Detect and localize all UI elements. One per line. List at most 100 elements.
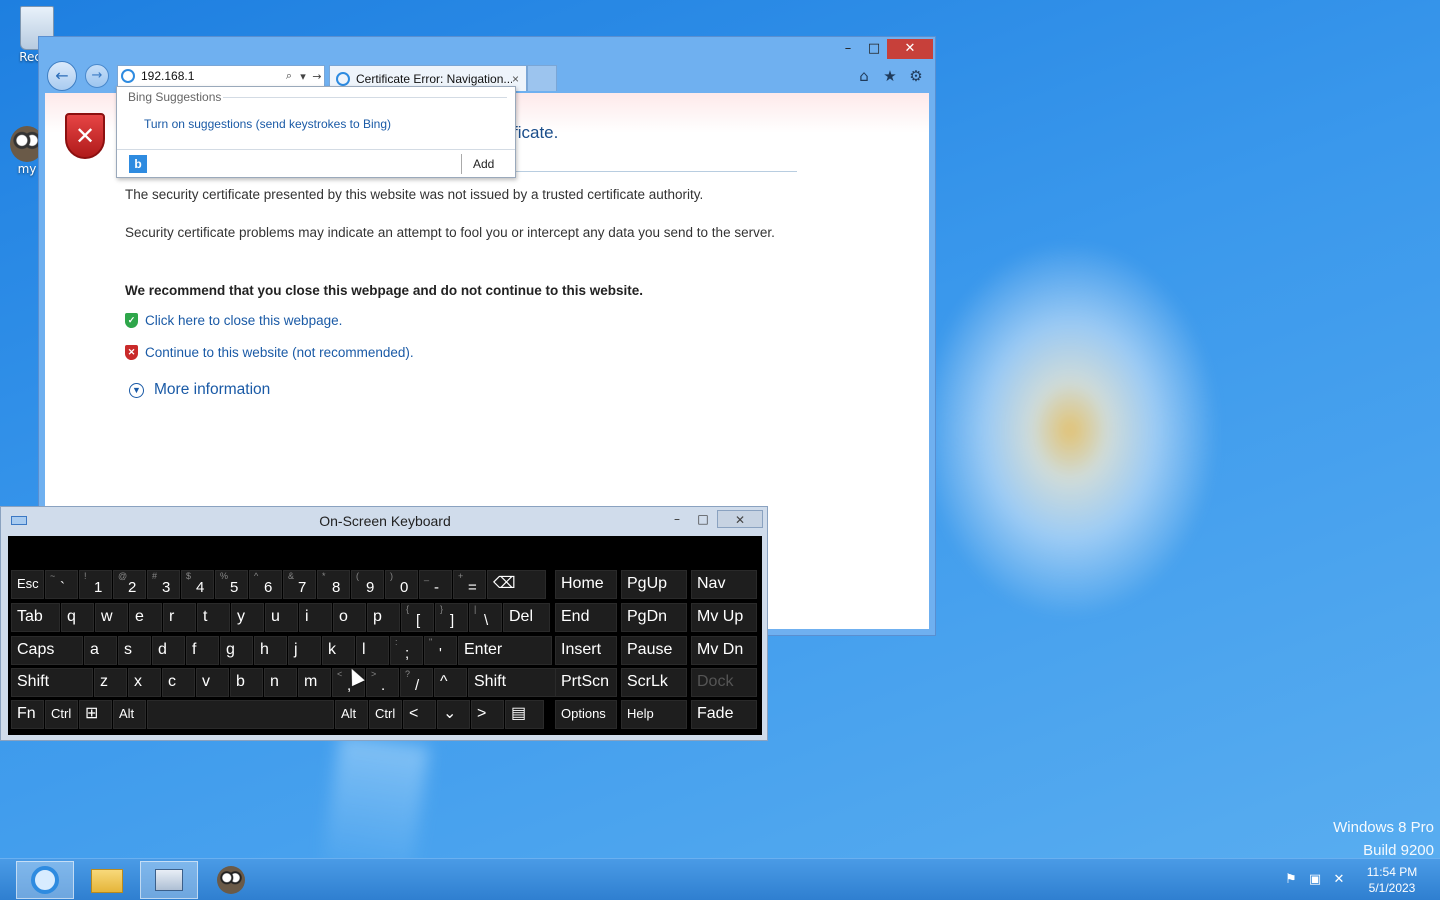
key-k4-9[interactable]: > <box>471 700 504 729</box>
key-3[interactable]: #3 <box>147 570 180 599</box>
key-end[interactable]: End <box>555 603 617 632</box>
minimize-button[interactable]: – <box>835 39 861 59</box>
key-k0-14[interactable]: ⌫ <box>487 570 546 599</box>
continue-website-link[interactable]: ✕ Continue to this website (not recommen… <box>125 345 414 360</box>
search-icon[interactable]: ⌕ <box>282 69 296 83</box>
key-1[interactable]: ! 1 <box>79 570 112 599</box>
key-k[interactable]: k <box>322 636 355 665</box>
taskbar-internet-explorer[interactable] <box>16 861 74 899</box>
key-y[interactable]: y <box>231 603 264 632</box>
close-button[interactable]: ✕ <box>887 39 933 59</box>
key-fade[interactable]: Fade <box>691 700 757 729</box>
key-s[interactable]: s <box>118 636 151 665</box>
key-0[interactable]: ) 0 <box>385 570 418 599</box>
address-input[interactable]: 192.168.1 <box>141 69 282 83</box>
maximize-button[interactable]: □ <box>861 39 887 59</box>
key-t[interactable]: t <box>197 603 230 632</box>
key-dock[interactable]: Dock <box>691 668 757 697</box>
back-button[interactable]: ← <box>47 61 77 91</box>
key-pgup[interactable]: PgUp <box>621 570 687 599</box>
key-options[interactable]: Options <box>555 700 617 729</box>
key-home[interactable]: Home <box>555 570 617 599</box>
go-arrow-icon[interactable]: → <box>310 70 324 83</box>
taskbar-on-screen-keyboard[interactable] <box>140 861 198 899</box>
taskbar-raccoon-app[interactable] <box>202 861 260 899</box>
key-caps[interactable]: Caps <box>11 636 83 665</box>
key-n[interactable]: n <box>264 668 297 697</box>
key-prtscn[interactable]: PrtScn <box>555 668 617 697</box>
key-shift[interactable]: Shift <box>11 668 93 697</box>
key-k3-10[interactable]: ? / <box>400 668 433 697</box>
key-k0-13[interactable]: + = <box>453 570 486 599</box>
key-alt[interactable]: Alt <box>113 700 146 729</box>
key-8[interactable]: * 8 <box>317 570 350 599</box>
maximize-button[interactable]: □ <box>691 510 715 528</box>
key-help[interactable]: Help <box>621 700 687 729</box>
key-p[interactable]: p <box>367 603 400 632</box>
key-k1-12[interactable]: }] <box>435 603 468 632</box>
key-x[interactable]: x <box>128 668 161 697</box>
key-mv-up[interactable]: Mv Up <box>691 603 757 632</box>
clock[interactable]: 11:54 PM 5/1/2023 <box>1356 864 1428 896</box>
tab-close-icon[interactable]: × <box>512 72 526 86</box>
key-q[interactable]: q <box>61 603 94 632</box>
key-9[interactable]: (9 <box>351 570 384 599</box>
key-del[interactable]: Del <box>503 603 550 632</box>
key-alt[interactable]: Alt <box>335 700 368 729</box>
key-k0-12[interactable]: _ - <box>419 570 452 599</box>
forward-button[interactable]: → <box>85 64 109 88</box>
minimize-button[interactable]: – <box>665 510 689 528</box>
add-provider-button[interactable]: Add <box>473 157 494 171</box>
close-webpage-link[interactable]: ✓ Click here to close this webpage. <box>125 313 342 328</box>
link-label[interactable]: Click here to close this webpage. <box>145 313 342 328</box>
key-k3-11[interactable]: ^ <box>434 668 467 697</box>
key-pgdn[interactable]: PgDn <box>621 603 687 632</box>
bing-icon[interactable]: b <box>129 155 147 173</box>
favorites-icon[interactable]: ★ <box>881 67 899 85</box>
key-mv-dn[interactable]: Mv Dn <box>691 636 757 665</box>
volume-muted-icon[interactable]: ✕ <box>1330 872 1348 887</box>
network-icon[interactable]: ▣ <box>1306 872 1324 887</box>
key-2[interactable]: @2 <box>113 570 146 599</box>
key-i[interactable]: i <box>299 603 332 632</box>
taskbar-file-explorer[interactable] <box>78 861 136 899</box>
close-button[interactable]: ✕ <box>717 510 763 528</box>
key-space[interactable] <box>147 700 334 729</box>
key-u[interactable]: u <box>265 603 298 632</box>
key-fn[interactable]: Fn <box>11 700 44 729</box>
key-c[interactable]: c <box>162 668 195 697</box>
key-insert[interactable]: Insert <box>555 636 617 665</box>
action-center-flag-icon[interactable]: ⚑ <box>1282 872 1300 887</box>
address-bar[interactable]: 192.168.1 ⌕ ▾ → <box>117 65 325 87</box>
home-icon[interactable]: ⌂ <box>855 67 873 85</box>
key-m[interactable]: m <box>298 668 331 697</box>
key-k4-8[interactable]: ⌄ <box>437 700 470 729</box>
key-pause[interactable]: Pause <box>621 636 687 665</box>
key-tab[interactable]: Tab <box>11 603 60 632</box>
turn-on-suggestions-link[interactable]: Turn on suggestions (send keystrokes to … <box>144 117 391 131</box>
chevron-down-icon[interactable]: ▾ <box>296 70 310 83</box>
key-nav[interactable]: Nav <box>691 570 757 599</box>
key-5[interactable]: % 5 <box>215 570 248 599</box>
key-k4-10[interactable]: ▤ <box>505 700 544 729</box>
key-7[interactable]: & 7 <box>283 570 316 599</box>
key-r[interactable]: r <box>163 603 196 632</box>
key-ctrl[interactable]: Ctrl <box>369 700 402 729</box>
key-w[interactable]: w <box>95 603 128 632</box>
key-k1-11[interactable]: {[ <box>401 603 434 632</box>
key-o[interactable]: o <box>333 603 366 632</box>
key-l[interactable]: l <box>356 636 389 665</box>
key-scrlk[interactable]: ScrLk <box>621 668 687 697</box>
key-shift[interactable]: Shift <box>468 668 562 697</box>
key-b[interactable]: b <box>230 668 263 697</box>
key-k2-11[interactable]: " ' <box>424 636 457 665</box>
key-f[interactable]: f <box>186 636 219 665</box>
key-esc[interactable]: Esc <box>11 570 44 599</box>
key-a[interactable]: a <box>84 636 117 665</box>
key-h[interactable]: h <box>254 636 287 665</box>
key-6[interactable]: ^ 6 <box>249 570 282 599</box>
key-z[interactable]: z <box>94 668 127 697</box>
key-k1-13[interactable]: | \ <box>469 603 502 632</box>
key-g[interactable]: g <box>220 636 253 665</box>
more-info-label[interactable]: More information <box>154 381 270 399</box>
